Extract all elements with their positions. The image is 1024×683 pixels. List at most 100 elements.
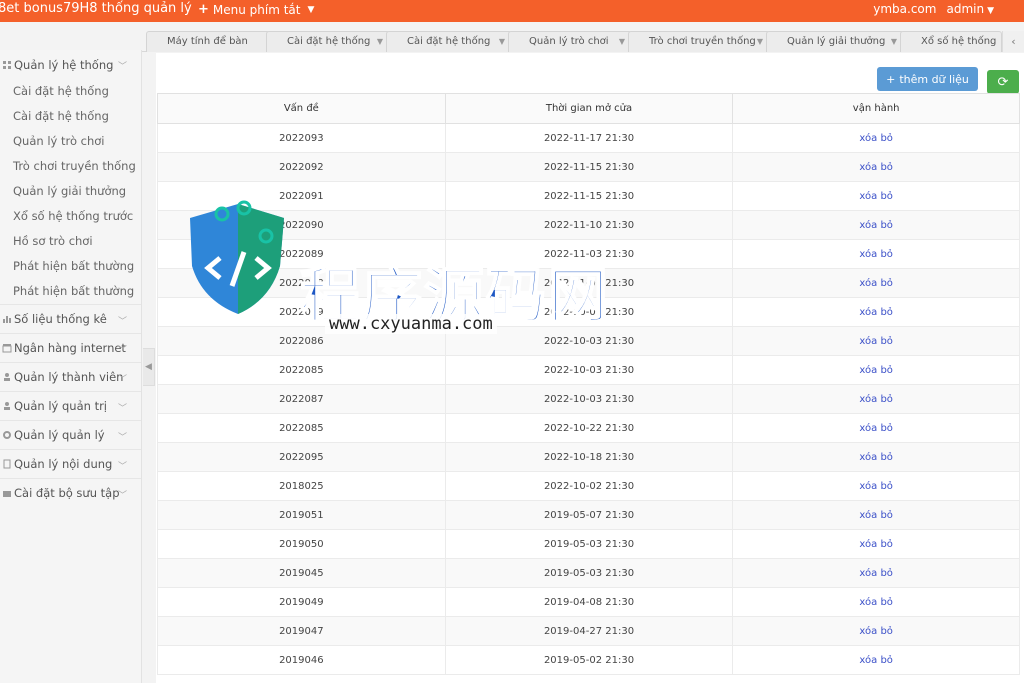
chevron-down-icon: ▼	[756, 37, 763, 46]
issue-cell: 2019045	[157, 558, 446, 588]
add-data-button[interactable]: + thêm dữ liệu	[877, 67, 978, 91]
sidebar-group-statistics[interactable]: Số liệu thống kê ﹀	[0, 304, 141, 333]
tab-label: Quản lý giải thưởng	[787, 36, 886, 47]
open-time-cell: 2022-10-03 21:30	[444, 355, 734, 385]
sidebar-item[interactable]: Phát hiện bất thường	[0, 254, 141, 279]
issue-cell: 2022088	[157, 268, 446, 298]
delete-link[interactable]: xóa bỏ	[732, 152, 1020, 182]
grid-icon	[3, 60, 11, 69]
sidebar-item[interactable]: Quản lý trò chơi	[0, 129, 141, 154]
sidebar-group-label: Số liệu thống kê	[14, 312, 107, 326]
tab-system-settings[interactable]: Cài đặt hệ thống ▼	[266, 31, 390, 52]
table-row: 2022086 2022-10-03 21:30 xóa bỏ	[157, 326, 1020, 356]
refresh-icon: ⟳	[997, 74, 1009, 90]
delete-link[interactable]: xóa bỏ	[732, 297, 1020, 327]
site-link[interactable]: ymba.com	[873, 2, 936, 16]
sidebar-group-content[interactable]: Quản lý nội dung ﹀	[0, 449, 141, 478]
chevron-down-icon: ﹀	[117, 317, 127, 327]
delete-link[interactable]: xóa bỏ	[732, 558, 1020, 588]
sidebar-group-system[interactable]: Quản lý hệ thống ﹀	[0, 50, 141, 79]
issue-cell: 2019046	[157, 645, 446, 675]
users-icon	[4, 373, 10, 381]
refresh-button[interactable]: ⟳	[987, 70, 1019, 94]
open-time-cell: 2022-10-02 21:30	[444, 471, 734, 501]
table-row: 2022085 2022-10-22 21:30 xóa bỏ	[157, 413, 1020, 443]
delete-link[interactable]: xóa bỏ	[732, 239, 1020, 269]
delete-link[interactable]: xóa bỏ	[732, 384, 1020, 414]
shortcut-menu[interactable]: + Menu phím tắt ▼	[198, 2, 314, 17]
issue-cell: 2022085	[157, 413, 446, 443]
chevron-down-icon: ▼	[618, 37, 625, 46]
issue-cell: 2022091	[157, 181, 446, 211]
chevron-down-icon: ▼	[987, 6, 994, 16]
sidebar-group-members[interactable]: Quản lý thành viên ﹀	[0, 362, 141, 391]
issue-cell: 2019049	[157, 587, 446, 617]
tab-desktop[interactable]: Máy tính để bàn	[146, 31, 270, 52]
open-time-cell: 2019-04-08 21:30	[444, 587, 734, 617]
user-name: admin	[946, 2, 985, 16]
open-time-cell: 2019-05-03 21:30	[444, 558, 734, 588]
delete-link[interactable]: xóa bỏ	[732, 181, 1020, 211]
table-row: 2019050 2019-05-03 21:30 xóa bỏ	[157, 529, 1020, 559]
sidebar-group-managers[interactable]: Quản lý quản lý ﹀	[0, 420, 141, 449]
delete-link[interactable]: xóa bỏ	[732, 616, 1020, 646]
sidebar-item[interactable]: Quản lý giải thưởng	[0, 179, 141, 204]
tab-label: Cài đặt hệ thống	[407, 36, 491, 47]
sidebar-collapse-button[interactable]: ◀	[143, 348, 155, 386]
delete-link[interactable]: xóa bỏ	[732, 355, 1020, 385]
tab-bar: Máy tính để bàn Cài đặt hệ thống ▼ Cài đặ…	[142, 30, 1024, 52]
open-time-cell: 2019-05-03 21:30	[444, 529, 734, 559]
sidebar-group-collections[interactable]: Cài đặt bộ sưu tập ﹀	[0, 478, 141, 507]
sidebar-item[interactable]: Xổ số hệ thống trước	[0, 204, 141, 229]
delete-link[interactable]: xóa bỏ	[732, 471, 1020, 501]
table-row: 2022091 2022-11-15 21:30 xóa bỏ	[157, 181, 1020, 211]
tab-traditional-games[interactable]: Trò chơi truyền thống ▼	[628, 31, 770, 52]
chart-icon	[3, 316, 11, 323]
chevron-down-icon: ﹀	[117, 491, 127, 501]
open-time-cell: 2022-11-05 21:30	[444, 268, 734, 298]
delete-link[interactable]: xóa bỏ	[732, 210, 1020, 240]
column-header-operation: vận hành	[732, 93, 1020, 124]
tab-scroll-left-button[interactable]: ‹	[1002, 31, 1024, 52]
sidebar-item[interactable]: Hồ sơ trò chơi	[0, 229, 141, 254]
table-row: 2022093 2022-11-17 21:30 xóa bỏ	[157, 123, 1020, 153]
sidebar-item[interactable]: Phát hiện bất thường	[0, 279, 141, 304]
issue-cell: 2022092	[157, 152, 446, 182]
issue-cell: 2019050	[157, 529, 446, 559]
issue-cell: 2022085	[157, 355, 446, 385]
delete-link[interactable]: xóa bỏ	[732, 268, 1020, 298]
open-time-cell: 2019-04-27 21:30	[444, 616, 734, 646]
table-row: 2022088 2022-11-05 21:30 xóa bỏ	[157, 268, 1020, 298]
sidebar: Quản lý hệ thống ﹀ Cài đặt hệ thống Cài …	[0, 50, 142, 683]
cog-icon	[3, 431, 11, 439]
delete-link[interactable]: xóa bỏ	[732, 500, 1020, 530]
chevron-left-icon: ‹	[1011, 35, 1016, 48]
issue-cell: 2018025	[157, 471, 446, 501]
tab-label: Cài đặt hệ thống	[287, 36, 371, 47]
delete-link[interactable]: xóa bỏ	[732, 413, 1020, 443]
delete-link[interactable]: xóa bỏ	[732, 123, 1020, 153]
table-row: 2022089 2022-11-03 21:30 xóa bỏ	[157, 239, 1020, 269]
top-bar: 8et bonus79H8 thống quản lý + Menu phím …	[0, 0, 1024, 22]
open-time-cell: 2022-11-10 21:30	[444, 210, 734, 240]
delete-link[interactable]: xóa bỏ	[732, 587, 1020, 617]
sidebar-item[interactable]: Cài đặt hệ thống	[0, 79, 141, 104]
tab-system-settings-2[interactable]: Cài đặt hệ thống ▼	[386, 31, 512, 52]
user-menu[interactable]: admin ▼	[946, 2, 994, 16]
tab-system-lottery[interactable]: Xổ số hệ thống	[900, 31, 1002, 52]
sidebar-group-internet-banking[interactable]: Ngân hàng internet ﹀	[0, 333, 141, 362]
plus-icon: +	[886, 72, 896, 86]
open-time-cell: 2019-05-02 21:30	[444, 645, 734, 675]
delete-link[interactable]: xóa bỏ	[732, 645, 1020, 675]
sidebar-item[interactable]: Trò chơi truyền thống	[0, 154, 141, 179]
delete-link[interactable]: xóa bỏ	[732, 529, 1020, 559]
delete-link[interactable]: xóa bỏ	[732, 326, 1020, 356]
table-row: 2019049 2019-04-08 21:30 xóa bỏ	[157, 587, 1020, 617]
document-icon	[3, 459, 11, 469]
tab-game-management[interactable]: Quản lý trò chơi ▼	[508, 31, 632, 52]
tab-prize-management[interactable]: Quản lý giải thưởng ▼	[766, 31, 904, 52]
delete-link[interactable]: xóa bỏ	[732, 442, 1020, 472]
sidebar-group-admins[interactable]: Quản lý quản trị ﹀	[0, 391, 141, 420]
sidebar-item[interactable]: Cài đặt hệ thống	[0, 104, 141, 129]
open-time-cell: 2019-05-07 21:30	[444, 500, 734, 530]
